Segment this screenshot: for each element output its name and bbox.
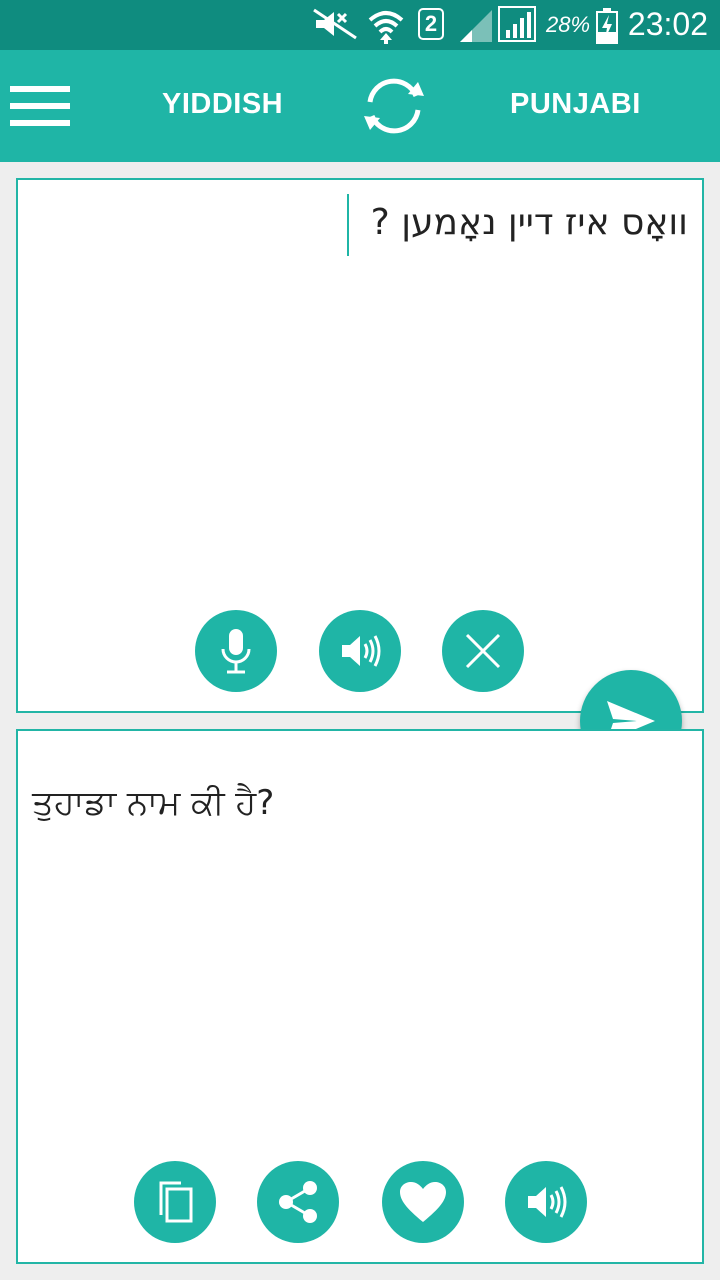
source-language-selector[interactable]: YIDDISH <box>162 88 283 121</box>
app-bar: YIDDISH PUNJABI <box>0 50 720 162</box>
speak-source-button[interactable] <box>319 610 401 692</box>
sim-2-icon: 2 <box>418 8 444 40</box>
speaker-icon <box>342 635 381 667</box>
microphone-icon <box>221 629 251 674</box>
swap-languages-button[interactable] <box>358 76 430 136</box>
battery-charging-icon <box>596 8 618 44</box>
menu-button[interactable] <box>6 76 74 136</box>
close-icon <box>465 633 501 669</box>
share-icon <box>279 1181 317 1223</box>
source-text-panel[interactable]: וואָס איז דיין נאָמען ? <box>16 178 704 713</box>
text-cursor <box>347 194 349 256</box>
translated-text-panel: ਤੁਹਾਡਾ ਨਾਮ ਕੀ ਹੈ? <box>16 729 704 1264</box>
translated-text-output: ਤੁਹਾਡਾ ਨਾਮ ਕੀ ਹੈ? <box>32 783 275 823</box>
copy-icon <box>159 1181 193 1223</box>
status-bar: 2 28% 23:02 <box>0 0 720 50</box>
heart-icon <box>400 1182 446 1222</box>
share-button[interactable] <box>257 1161 339 1243</box>
clock: 23:02 <box>627 6 708 42</box>
swap-languages-icon <box>364 78 424 134</box>
speaker-icon <box>528 1186 567 1218</box>
signal-full-icon <box>498 6 536 42</box>
source-text-input[interactable]: וואָס איז דיין נאָמען ? <box>371 202 688 243</box>
microphone-button[interactable] <box>195 610 277 692</box>
favorite-button[interactable] <box>382 1161 464 1243</box>
target-language-selector[interactable]: PUNJABI <box>510 88 641 121</box>
mute-icon <box>313 8 357 40</box>
speak-translation-button[interactable] <box>505 1161 587 1243</box>
clear-text-button[interactable] <box>442 610 524 692</box>
copy-button[interactable] <box>134 1161 216 1243</box>
wifi-icon <box>368 11 404 44</box>
battery-percent: 28% <box>546 12 591 37</box>
hamburger-menu-icon <box>10 86 70 126</box>
signal-weak-icon <box>460 10 492 42</box>
